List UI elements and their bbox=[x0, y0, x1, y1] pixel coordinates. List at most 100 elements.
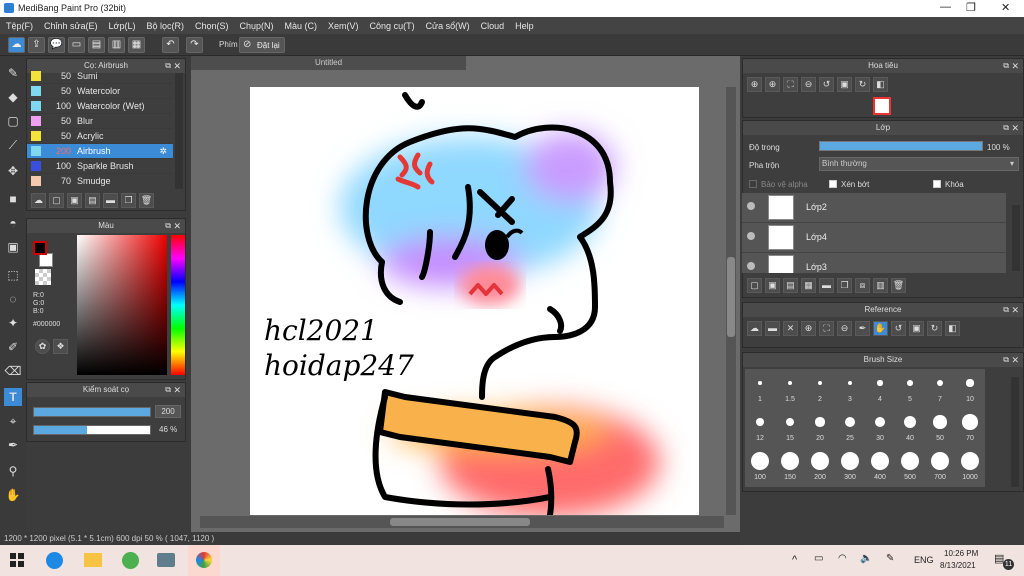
pen-tool-icon[interactable]: ✎ bbox=[4, 64, 22, 82]
zoom-out-icon[interactable]: ⊖ bbox=[801, 77, 816, 92]
menu-file[interactable]: Tệp(F) bbox=[6, 21, 33, 31]
brush-list-item[interactable]: 50 Sumi bbox=[27, 69, 173, 84]
brush-size-dot[interactable] bbox=[845, 417, 855, 427]
brush-size-dot[interactable] bbox=[788, 381, 792, 385]
new-brush-icon[interactable]: ▢ bbox=[49, 193, 64, 208]
brush-size-value[interactable]: 200 bbox=[155, 405, 181, 418]
undock-icon[interactable]: ⧉ bbox=[1003, 121, 1009, 135]
brush-list-item[interactable]: 100 Sparkle Brush bbox=[27, 159, 173, 174]
brush-size-dot[interactable] bbox=[877, 380, 883, 386]
brush-size-dot[interactable] bbox=[751, 452, 769, 470]
rect-tool-icon[interactable]: ▢ bbox=[4, 112, 22, 130]
layer-folder-icon[interactable]: ▬ bbox=[819, 278, 834, 293]
panel-icon[interactable]: ▥ bbox=[108, 37, 125, 53]
brush-size-dot[interactable] bbox=[785, 417, 795, 427]
palette-icon[interactable]: ✿ bbox=[35, 339, 50, 354]
delete-layer-icon[interactable]: 🗑 bbox=[891, 278, 906, 293]
brush-list-item[interactable]: 70 Smudge bbox=[27, 174, 173, 187]
new-layer-1bit-icon[interactable]: ▤ bbox=[783, 278, 798, 293]
dropper-tool-icon[interactable]: ✒ bbox=[4, 436, 22, 454]
menu-filter[interactable]: Bộ lọc(R) bbox=[146, 21, 184, 31]
gradient-tool-icon[interactable]: ▣ bbox=[4, 238, 22, 256]
flip-icon[interactable]: ◧ bbox=[873, 77, 888, 92]
panel-close-icon[interactable]: ✕ bbox=[1011, 303, 1019, 317]
delete-brush-icon[interactable]: 🗑 bbox=[139, 193, 154, 208]
panel-close-icon[interactable]: ✕ bbox=[173, 383, 181, 397]
redo-icon[interactable]: ↷ bbox=[186, 37, 203, 53]
brush-size-slider[interactable] bbox=[33, 407, 151, 417]
zoom-out-icon[interactable]: ⊖ bbox=[837, 321, 852, 336]
windows-start-icon[interactable] bbox=[10, 553, 24, 567]
rotate-left-icon[interactable]: ↺ bbox=[891, 321, 906, 336]
horizontal-scroll-thumb[interactable] bbox=[390, 518, 530, 526]
minimize-button[interactable]: — bbox=[940, 1, 951, 13]
brush-size-dot[interactable] bbox=[961, 452, 979, 470]
layer-row[interactable]: Lớp4 bbox=[742, 223, 1006, 253]
magic-wand-icon[interactable]: ✦ bbox=[4, 314, 22, 332]
vertical-scroll-thumb[interactable] bbox=[727, 257, 735, 337]
menu-cloud[interactable]: Cloud bbox=[481, 21, 505, 31]
brush-size-dot[interactable] bbox=[815, 417, 825, 427]
text-tool-icon[interactable]: T bbox=[4, 388, 22, 406]
clock-date[interactable]: 8/13/2021 bbox=[940, 561, 976, 570]
brush-list-item[interactable]: 200 Airbrush ✲ bbox=[27, 144, 173, 159]
navigator-thumbnail[interactable] bbox=[873, 97, 891, 115]
rotate-right-icon[interactable]: ↻ bbox=[927, 321, 942, 336]
menu-view[interactable]: Xem(V) bbox=[328, 21, 359, 31]
cloud-brush-icon[interactable]: ☁ bbox=[31, 193, 46, 208]
brush-size-dot[interactable] bbox=[966, 379, 974, 387]
duplicate-icon[interactable]: ❐ bbox=[121, 193, 136, 208]
eraser-tool-icon[interactable]: ◆ bbox=[4, 88, 22, 106]
lasso-tool-icon[interactable]: ◌ bbox=[4, 290, 22, 308]
undock-icon[interactable]: ⧉ bbox=[1003, 59, 1009, 73]
reset-view-icon[interactable]: ▣ bbox=[837, 77, 852, 92]
bucket-tool-icon[interactable]: ◓ bbox=[4, 214, 22, 232]
select-tool-icon[interactable]: ⬚ bbox=[4, 266, 22, 284]
panel-close-icon[interactable]: ✕ bbox=[173, 59, 181, 73]
eye-icon[interactable] bbox=[747, 262, 755, 270]
panel-close-icon[interactable]: ✕ bbox=[1011, 121, 1019, 135]
undock-icon[interactable]: ⧉ bbox=[165, 219, 171, 233]
fit-icon[interactable]: ⛶ bbox=[783, 77, 798, 92]
brush-size-dot[interactable] bbox=[901, 452, 919, 470]
menu-snap[interactable]: Chụp(N) bbox=[240, 21, 274, 31]
open-icon[interactable]: ▬ bbox=[765, 321, 780, 336]
grid-icon[interactable]: ▦ bbox=[128, 37, 145, 53]
medibang-task-button[interactable] bbox=[188, 545, 220, 576]
folder-icon[interactable]: ▬ bbox=[103, 193, 118, 208]
color-set-icon[interactable]: ❖ bbox=[53, 339, 68, 354]
document-icon[interactable]: ▤ bbox=[88, 37, 105, 53]
camera-icon[interactable] bbox=[157, 553, 175, 567]
brush-size-dot[interactable] bbox=[758, 381, 762, 385]
brush-size-dot[interactable] bbox=[756, 418, 764, 426]
volume-icon[interactable]: 🔈 bbox=[860, 553, 872, 564]
protect-alpha-checkbox[interactable] bbox=[749, 180, 757, 188]
document-tab[interactable]: Untitled bbox=[191, 56, 466, 70]
operation-tool-icon[interactable]: ⌖ bbox=[4, 412, 22, 430]
brush-size-dot[interactable] bbox=[962, 414, 978, 430]
eye-icon[interactable] bbox=[747, 232, 755, 240]
move-tool-icon[interactable]: ✥ bbox=[4, 162, 22, 180]
panel-close-icon[interactable]: ✕ bbox=[1011, 353, 1019, 367]
hue-slider[interactable] bbox=[171, 235, 185, 375]
chat-icon[interactable]: 💬 bbox=[48, 37, 65, 53]
primary-color-swatch[interactable] bbox=[33, 241, 47, 255]
undo-icon[interactable]: ↶ bbox=[162, 37, 179, 53]
file-explorer-icon[interactable] bbox=[84, 553, 102, 567]
fill-shape-icon[interactable]: ■ bbox=[4, 190, 22, 208]
brush-size-dot[interactable] bbox=[907, 380, 913, 386]
menu-color[interactable]: Màu (C) bbox=[285, 21, 318, 31]
layer-row[interactable]: Lớp3 bbox=[742, 253, 1006, 273]
brush-size-dot[interactable] bbox=[841, 452, 859, 470]
chevron-up-icon[interactable]: ^ bbox=[792, 554, 797, 566]
battery-icon[interactable]: ▭ bbox=[814, 553, 823, 564]
layer-scrollbar[interactable] bbox=[1012, 205, 1020, 271]
hand-tool-icon[interactable]: ✋ bbox=[4, 486, 22, 504]
brush-list-item[interactable]: 50 Acrylic bbox=[27, 129, 173, 144]
zoom-in-icon[interactable]: ⊕ bbox=[801, 321, 816, 336]
line-tool-icon[interactable]: ⟋ bbox=[4, 136, 22, 154]
fit-icon[interactable]: ⛶ bbox=[819, 321, 834, 336]
reset-button[interactable]: ⊘ Đặt lại bbox=[239, 37, 285, 53]
eyedropper-icon[interactable]: ⚲ bbox=[4, 462, 22, 480]
drawing-canvas[interactable]: hcl2021 hoidap247 bbox=[250, 87, 699, 515]
